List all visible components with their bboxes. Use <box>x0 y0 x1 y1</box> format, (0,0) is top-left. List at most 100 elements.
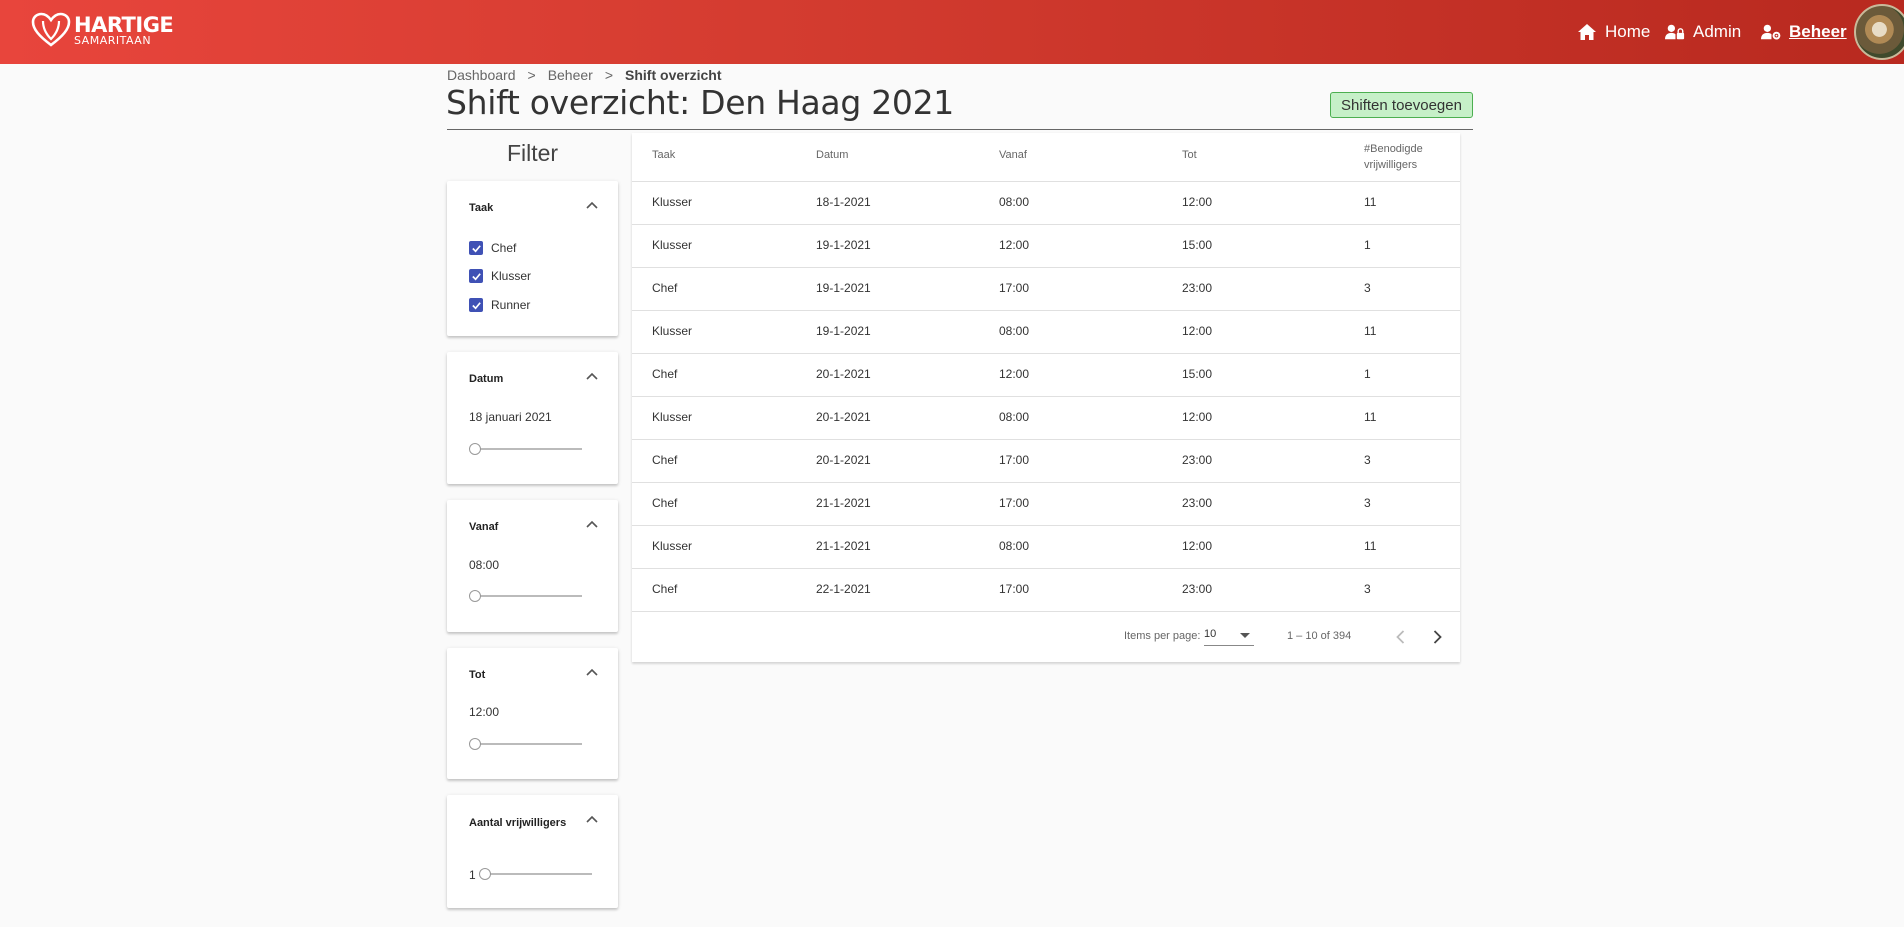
cell-benodigde-vrijwilligers: 3 <box>1364 453 1371 467</box>
cell-vanaf: 08:00 <box>999 195 1030 209</box>
add-shifts-button[interactable]: Shiften toevoegen <box>1330 92 1473 118</box>
checkbox-runner[interactable]: Runner <box>469 298 530 312</box>
filter-tot-label: Tot <box>469 669 486 681</box>
previous-page-icon[interactable] <box>1391 627 1411 647</box>
cell-vanaf: 08:00 <box>999 410 1030 424</box>
user-lock-icon <box>1665 24 1685 40</box>
table-row[interactable]: Klusser 19-1-2021 12:00 15:00 1 <box>632 225 1460 268</box>
nav-home-label: Home <box>1605 22 1651 41</box>
cell-vanaf: 12:00 <box>999 367 1030 381</box>
table-row[interactable]: Chef 21-1-2021 17:00 23:00 3 <box>632 483 1460 526</box>
cell-datum: 21-1-2021 <box>816 539 871 553</box>
nav-beheer-label: Beheer <box>1789 22 1847 41</box>
aantal-slider-track[interactable] <box>484 873 592 875</box>
cell-datum: 19-1-2021 <box>816 324 871 338</box>
cell-vanaf: 17:00 <box>999 582 1030 596</box>
cell-taak: Chef <box>652 281 678 295</box>
breadcrumb-beheer[interactable]: Beheer <box>548 67 593 83</box>
chevron-up-icon[interactable] <box>586 372 598 380</box>
table-row[interactable]: Chef 19-1-2021 17:00 23:00 3 <box>632 268 1460 311</box>
chevron-up-icon[interactable] <box>586 520 598 528</box>
hartige-samaritaan-logo[interactable]: HARTIGE SAMARITAAN <box>30 12 174 48</box>
vanaf-slider-track[interactable] <box>474 595 582 597</box>
cell-datum: 20-1-2021 <box>816 453 871 467</box>
cell-taak: Chef <box>652 453 678 467</box>
cell-tot: 23:00 <box>1182 496 1213 510</box>
breadcrumb-separator: > <box>604 67 614 83</box>
checkbox-checked-icon[interactable] <box>469 241 483 255</box>
cell-datum: 22-1-2021 <box>816 582 871 596</box>
chevron-up-icon[interactable] <box>586 201 598 209</box>
table-row[interactable]: Chef 20-1-2021 12:00 15:00 1 <box>632 354 1460 397</box>
table-row[interactable]: Klusser 21-1-2021 08:00 12:00 11 <box>632 526 1460 569</box>
cell-tot: 15:00 <box>1182 238 1213 252</box>
next-page-icon[interactable] <box>1427 627 1447 647</box>
cell-benodigde-vrijwilligers: 11 <box>1364 410 1377 424</box>
cell-tot: 23:00 <box>1182 453 1213 467</box>
breadcrumb: Dashboard > Beheer > Shift overzicht <box>447 67 722 83</box>
cell-taak: Klusser <box>652 539 693 553</box>
cell-taak: Klusser <box>652 195 693 209</box>
page-size-value: 10 <box>1204 628 1217 640</box>
checkbox-chef[interactable]: Chef <box>469 241 516 255</box>
breadcrumb-dashboard[interactable]: Dashboard <box>447 67 516 83</box>
title-divider <box>447 129 1473 130</box>
datum-slider-track[interactable] <box>474 448 582 450</box>
checkbox-runner-label: Runner <box>491 298 531 312</box>
heart-logo-icon <box>31 12 71 47</box>
home-icon <box>1578 24 1596 40</box>
user-avatar[interactable] <box>1854 4 1904 60</box>
aantal-slider-thumb[interactable] <box>479 868 491 880</box>
top-app-bar: HARTIGE SAMARITAAN Home Admin Beheer <box>0 0 1904 64</box>
dropdown-arrow-icon <box>1240 633 1250 638</box>
cell-datum: 21-1-2021 <box>816 496 871 510</box>
table-header: Taak Datum Vanaf Tot #Benodigde vrijwill… <box>632 133 1460 182</box>
cell-datum: 18-1-2021 <box>816 195 871 209</box>
checkbox-klusser-label: Klusser <box>491 269 532 283</box>
cell-tot: 12:00 <box>1182 410 1213 424</box>
cell-tot: 23:00 <box>1182 582 1213 596</box>
vanaf-slider-thumb[interactable] <box>469 590 481 602</box>
cell-tot: 23:00 <box>1182 281 1213 295</box>
table-row[interactable]: Klusser 20-1-2021 08:00 12:00 11 <box>632 397 1460 440</box>
cell-vanaf: 12:00 <box>999 238 1030 252</box>
page-range-label: 1 – 10 of 394 <box>1287 630 1352 642</box>
tot-slider-track[interactable] <box>474 743 582 745</box>
checkbox-checked-icon[interactable] <box>469 298 483 312</box>
filter-card-datum: Datum 18 januari 2021 <box>447 352 618 484</box>
chevron-up-icon[interactable] <box>586 815 598 823</box>
column-header-tot[interactable]: Tot <box>1182 149 1197 161</box>
column-header-vanaf[interactable]: Vanaf <box>999 149 1027 161</box>
nav-admin[interactable]: Admin <box>1665 0 1741 64</box>
nav-beheer[interactable]: Beheer <box>1761 0 1847 64</box>
filter-datum-label: Datum <box>469 373 504 385</box>
column-header-benodigde-line2: vrijwilligers <box>1364 159 1418 171</box>
nav-admin-label: Admin <box>1693 22 1742 41</box>
column-header-datum[interactable]: Datum <box>816 149 848 161</box>
datum-slider-thumb[interactable] <box>469 443 481 455</box>
checkbox-klusser[interactable]: Klusser <box>469 269 531 283</box>
table-row[interactable]: Klusser 18-1-2021 08:00 12:00 11 <box>632 182 1460 225</box>
filter-title: Filter <box>506 140 559 166</box>
table-row[interactable]: Chef 22-1-2021 17:00 23:00 3 <box>632 569 1460 612</box>
cell-benodigde-vrijwilligers: 11 <box>1364 195 1377 209</box>
table-row[interactable]: Klusser 19-1-2021 08:00 12:00 11 <box>632 311 1460 354</box>
cell-taak: Klusser <box>652 238 693 252</box>
nav-home[interactable]: Home <box>1577 0 1650 64</box>
paginator: Items per page: 10 1 – 10 of 394 <box>632 613 1460 662</box>
user-cog-icon <box>1761 24 1781 40</box>
cell-taak: Klusser <box>652 410 693 424</box>
breadcrumb-separator: > <box>527 67 536 83</box>
filter-vanaf-label: Vanaf <box>469 521 499 533</box>
tot-slider-thumb[interactable] <box>469 738 481 750</box>
chevron-up-icon[interactable] <box>586 668 598 676</box>
column-header-benodigde-vrijwilligers[interactable]: #Benodigde vrijwilligers <box>1364 141 1423 173</box>
cell-benodigde-vrijwilligers: 3 <box>1364 496 1371 510</box>
table-row[interactable]: Chef 20-1-2021 17:00 23:00 3 <box>632 440 1460 483</box>
page-size-select[interactable]: 10 <box>1204 628 1254 646</box>
page-title: Shift overzicht: Den Haag 2021 <box>446 83 954 122</box>
column-header-taak[interactable]: Taak <box>652 149 675 161</box>
checkbox-checked-icon[interactable] <box>469 269 483 283</box>
filter-datum-value: 18 januari 2021 <box>469 410 552 424</box>
cell-benodigde-vrijwilligers: 11 <box>1364 324 1377 338</box>
